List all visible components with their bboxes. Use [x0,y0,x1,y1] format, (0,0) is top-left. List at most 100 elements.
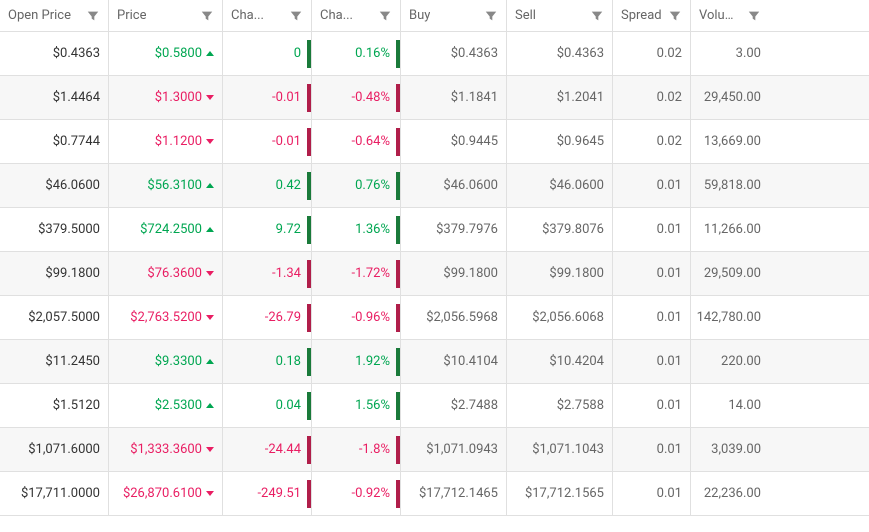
cell-open-price: $1.5120 [0,384,109,427]
cell-spread: 0.01 [613,296,691,339]
col-header-change[interactable]: Cha... [223,0,312,31]
change-percent-bar-icon [396,436,400,464]
spread-value: 0.01 [657,222,682,237]
filter-icon[interactable] [747,9,761,23]
change-percent-value: 1.56% [355,398,390,413]
volume-value: 59,818.00 [704,178,761,193]
table-row[interactable]: $0.7744$1.1200-0.01-0.64%$0.9445$0.96450… [0,120,869,164]
price-value: $56.3100 [147,178,202,193]
cell-open-price: $1.4464 [0,76,109,119]
change-percent-value: -0.92% [352,486,390,501]
col-header-open[interactable]: Open Price [0,0,109,31]
open-price-value: $0.7744 [53,134,100,149]
price-value: $2.5300 [155,398,202,413]
col-header-buy[interactable]: Buy [401,0,507,31]
cell-sell: $17,712.1565 [507,472,613,515]
down-arrow-icon [206,95,214,100]
change-bar-icon [307,216,311,244]
cell-sell: $46.0600 [507,164,613,207]
change-bar-icon [307,480,311,508]
change-percent-bar-icon [396,84,400,112]
buy-value: $379.7976 [436,222,498,237]
cell-change-percent: -1.72% [312,252,401,295]
filter-icon[interactable] [590,9,604,23]
col-header-label: Cha... [231,8,264,23]
cell-spread: 0.02 [613,76,691,119]
table-row[interactable]: $2,057.5000$2,763.5200-26.79-0.96%$2,056… [0,296,869,340]
change-bar-icon [307,128,311,156]
cell-volume: 29,450.00 [691,76,769,119]
cell-buy: $0.9445 [401,120,507,163]
filter-icon[interactable] [289,9,303,23]
col-header-sell[interactable]: Sell [507,0,613,31]
cell-open-price: $46.0600 [0,164,109,207]
cell-sell: $0.9645 [507,120,613,163]
cell-spread: 0.01 [613,384,691,427]
cell-change: 0.42 [223,164,312,207]
cell-open-price: $379.5000 [0,208,109,251]
cell-spread: 0.02 [613,32,691,75]
filter-icon[interactable] [86,9,100,23]
open-price-value: $1.5120 [53,398,100,413]
col-header-volume[interactable]: Volume [691,0,769,31]
table-row[interactable]: $379.5000$724.25009.721.36%$379.7976$379… [0,208,869,252]
table-row[interactable]: $99.1800$76.3600-1.34-1.72%$99.1800$99.1… [0,252,869,296]
col-header-label: Volume [699,8,743,23]
sell-value: $2.7588 [557,398,604,413]
price-table: Open Price Price Cha... Cha... Buy [0,0,869,516]
table-row[interactable]: $17,711.0000$26,870.6100-249.51-0.92%$17… [0,472,869,516]
cell-price: $0.5800 [109,32,223,75]
cell-change: 0.18 [223,340,312,383]
open-price-value: $2,057.5000 [28,310,100,325]
filter-icon[interactable] [668,9,682,23]
volume-value: 29,450.00 [704,90,761,105]
cell-change: -1.34 [223,252,312,295]
table-row[interactable]: $46.0600$56.31000.420.76%$46.0600$46.060… [0,164,869,208]
table-row[interactable]: $0.4363$0.580000.16%$0.4363$0.43630.023.… [0,32,869,76]
change-percent-value: -1.72% [352,266,390,281]
cell-buy: $17,712.1465 [401,472,507,515]
up-arrow-icon [206,227,214,232]
cell-price: $2.5300 [109,384,223,427]
filter-icon[interactable] [378,9,392,23]
table-row[interactable]: $11.2450$9.33000.181.92%$10.4104$10.4204… [0,340,869,384]
cell-change-percent: -0.48% [312,76,401,119]
cell-sell: $99.1800 [507,252,613,295]
col-header-label: Sell [515,8,536,23]
price-value: $1,333.3600 [130,442,202,457]
filter-icon[interactable] [484,9,498,23]
col-header-change-percent[interactable]: Cha... [312,0,401,31]
price-value: $724.2500 [140,222,202,237]
volume-value: 3,039.00 [711,442,761,457]
table-body: $0.4363$0.580000.16%$0.4363$0.43630.023.… [0,32,869,516]
col-header-label: Price [117,8,146,23]
cell-change-percent: -0.96% [312,296,401,339]
price-value: $26,870.6100 [123,486,202,501]
cell-buy: $2,056.5968 [401,296,507,339]
table-row[interactable]: $1.5120 $2.5300 0.04 1.56% $2.7488 $2.7588 0.0… [0,384,869,428]
col-header-price[interactable]: Price [109,0,223,31]
table-row[interactable]: $1,071.6000$1,333.3600-24.44-1.8%$1,071.… [0,428,869,472]
cell-price: $1.3000 [109,76,223,119]
buy-value: $99.1800 [443,266,498,281]
cell-volume: 22,236.00 [691,472,769,515]
sell-value: $99.1800 [549,266,604,281]
cell-change: 0.04 [223,384,312,427]
sell-value: $0.9645 [557,134,604,149]
table-row[interactable]: $1.4464$1.3000-0.01-0.48%$1.1841$1.20410… [0,76,869,120]
change-value: -26.79 [265,310,301,325]
change-value: 9.72 [276,222,301,237]
spread-value: 0.02 [657,46,682,61]
spread-value: 0.02 [657,90,682,105]
buy-value: $2,056.5968 [426,310,498,325]
cell-buy: $2.7488 [401,384,507,427]
price-value: $9.3300 [155,354,202,369]
cell-sell: $379.8076 [507,208,613,251]
change-percent-bar-icon [396,40,400,68]
buy-value: $0.4363 [451,46,498,61]
up-arrow-icon [206,359,214,364]
change-value: -24.44 [265,442,301,457]
col-header-spread[interactable]: Spread [613,0,691,31]
filter-icon[interactable] [200,9,214,23]
cell-change-percent: 1.56% [312,384,401,427]
